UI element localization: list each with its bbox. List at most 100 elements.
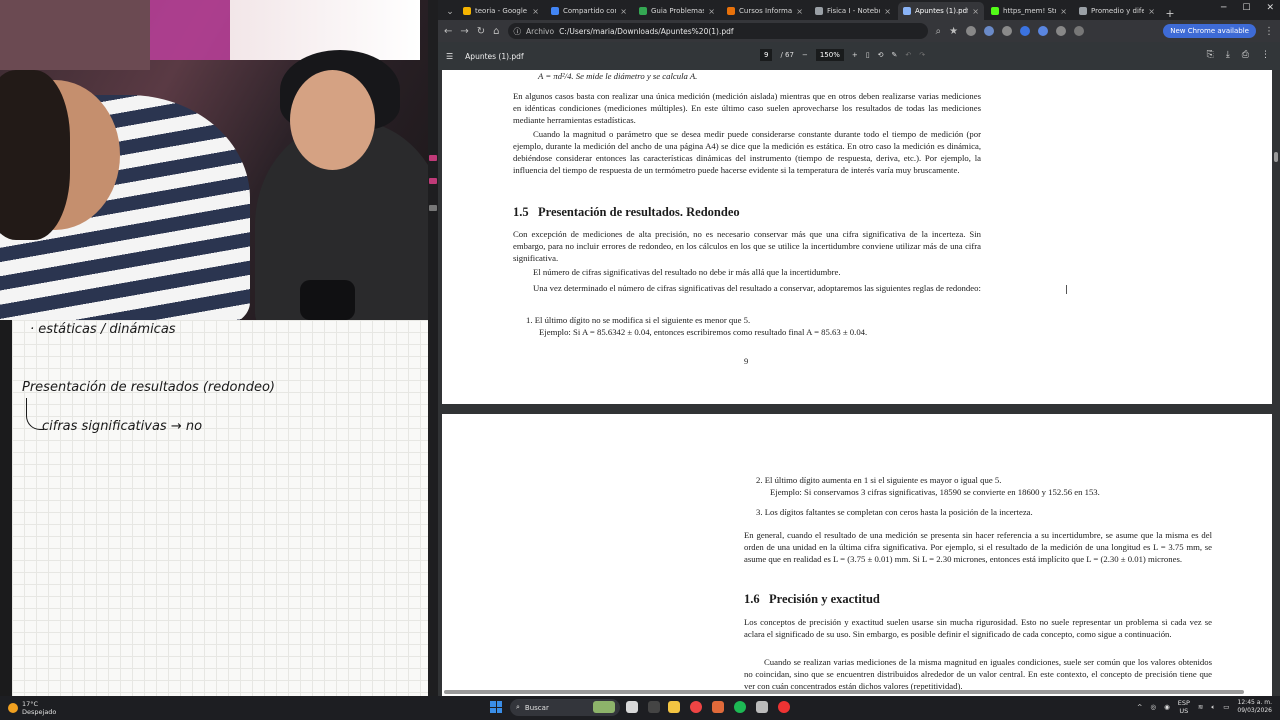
tab-close-icon[interactable]: × [1060,7,1067,16]
paragraph: Cuando se realizan varias mediciones de … [744,657,1212,691]
rotate-icon[interactable]: ⟲ [878,51,884,59]
tab-close-icon[interactable]: × [620,7,627,16]
pdf-viewport[interactable]: A = πd²/4. Se mide le diámetro y se calc… [438,70,1280,696]
section-title: Presentación de resultados. Redondeo [538,205,740,219]
language-indicator[interactable]: ESP US [1178,699,1190,715]
chrome-icon[interactable] [690,701,702,713]
update-chrome-button[interactable]: New Chrome available [1163,24,1256,38]
weather-temp: 17°C [22,700,39,708]
extension-icon[interactable] [1020,26,1031,36]
address-bar[interactable]: ⓘ Archivo C:/Users/maria/Downloads/Apunt… [507,23,928,39]
undo-icon[interactable]: ↶ [905,51,911,59]
browser-tab[interactable]: https_mem! Stream× [986,2,1072,20]
tab-favicon-icon [1079,7,1087,15]
volume-icon[interactable]: 🔈︎ [1211,703,1215,712]
side-dock-icon[interactable] [429,155,437,161]
section-number: 1.6 [744,592,760,606]
tab-label: teoria - Google Driv [475,7,528,15]
browser-tab[interactable]: Compartido conmig × [546,2,632,20]
extension-icon[interactable] [1038,26,1049,36]
weather-widget[interactable]: 17°C Despejado [8,700,56,716]
notes-canvas[interactable]: · estáticas / dinámicas Presentación de … [12,320,428,696]
annotate-icon[interactable]: ✎ [891,51,897,59]
tab-list: teoria - Google Driv×Compartido conmig×G… [458,2,1162,20]
file-explorer-icon[interactable] [668,701,680,713]
pdf-toolbar: ☰ Apuntes (1).pdf 9 / 67 − 150% + ▯ ⟲ ✎ … [438,42,1280,70]
note-line-2: Presentación de resultados (redondeo) [22,380,275,395]
forward-icon[interactable]: → [460,26,468,37]
tab-close-icon[interactable]: × [532,7,539,16]
tab-search-icon[interactable]: ⌄ [442,4,458,20]
new-tab-button[interactable]: + [1162,7,1178,20]
download-icon[interactable]: ⤓ [1226,50,1230,60]
tab-close-icon[interactable]: × [972,7,979,16]
browser-tab[interactable]: Guia Problemas Fisi× [634,2,720,20]
search-highlight-icon[interactable] [593,701,615,713]
microphone [300,280,355,320]
zoom-out-icon[interactable]: − [802,51,808,59]
extension-icon[interactable] [966,26,977,36]
tab-close-icon[interactable]: × [1148,7,1155,16]
terminal-icon[interactable] [648,701,660,713]
spotify-icon[interactable] [734,701,746,713]
paragraph: En algunos casos basta con realizar una … [513,91,981,125]
tab-close-icon[interactable]: × [884,7,891,16]
tab-close-icon[interactable]: × [796,7,803,16]
note-line-1: · estáticas / dinámicas [30,322,176,337]
print-icon[interactable]: ⎙ [1242,50,1249,60]
close-icon[interactable]: ✕ [1266,3,1274,13]
home-icon[interactable]: ⌂ [493,26,499,37]
webcam-person-left-hair [0,70,70,240]
redo-icon[interactable]: ↷ [919,51,925,59]
paragraph: Con excepción de mediciones de alta prec… [513,229,981,263]
save-icon[interactable]: ⎘ [1207,50,1214,60]
app-icon[interactable] [756,701,768,713]
tray-chevron-icon[interactable]: ^ [1137,703,1142,711]
paragraph: El número de cifras significativas del r… [533,267,841,277]
browser-tab[interactable]: Cursos Informatica× [722,2,808,20]
browser-tab[interactable]: teoria - Google Driv × [458,2,544,20]
pdf-sidebar-menu-icon[interactable]: ☰ [446,52,453,61]
fit-page-icon[interactable]: ▯ [866,51,870,59]
page-total: / 67 [780,51,794,59]
vertical-scrollbar[interactable] [1274,152,1278,162]
clock[interactable]: 12:45 a. m. 09/03/2026 [1237,699,1272,715]
horizontal-scrollbar[interactable] [444,690,1244,694]
battery-icon[interactable]: ▭ [1223,703,1229,711]
reload-icon[interactable]: ↻ [477,26,485,37]
site-info-icon[interactable]: ⓘ [514,26,522,37]
back-icon[interactable]: ← [444,26,452,37]
wifi-icon[interactable]: ≋ [1198,703,1203,711]
webcam-person-right-face [290,70,375,170]
windows-start-icon[interactable] [490,701,502,713]
task-view-icon[interactable] [626,701,638,713]
maximize-icon[interactable]: ☐ [1242,3,1250,13]
rule-2-example: Ejemplo: Si conservamos 3 cifras signifi… [770,487,1100,497]
zoom-icon[interactable]: ⌕ [936,26,942,37]
zoom-in-icon[interactable]: + [852,51,858,59]
browser-tab[interactable]: Promedio y diferen× [1074,2,1160,20]
browser-tab[interactable]: Apuntes (1).pdf × [898,2,984,20]
app-icon[interactable] [712,701,724,713]
minimize-icon[interactable]: ─ [1221,3,1226,13]
extension-icon[interactable] [1002,26,1013,36]
extension-icon[interactable] [984,26,995,36]
side-dock-icon[interactable] [429,178,437,184]
tab-close-icon[interactable]: × [708,7,715,16]
tab-favicon-icon [991,7,999,15]
browser-tab[interactable]: Fisica I - Notebook × [810,2,896,20]
side-dock-icon[interactable] [429,205,437,211]
tray-app-icon[interactable]: ◉ [1164,703,1170,711]
more-options-icon[interactable]: ⋮ [1261,50,1270,60]
puzzle-icon[interactable] [1056,26,1067,36]
tray-app-icon[interactable]: ◎ [1150,703,1156,711]
menu-kebab-icon[interactable]: ⋮ [1264,26,1274,37]
zoom-level-input[interactable]: 150% [815,49,844,61]
bookmark-star-icon[interactable]: ★ [949,26,958,37]
obs-record-icon[interactable] [778,701,790,713]
page-number-input[interactable]: 9 [760,49,773,61]
profile-avatar[interactable] [1074,26,1085,36]
search-icon: ⌕ [516,703,520,711]
section-heading-1-5: 1.5 Presentación de resultados. Redondeo [513,205,740,220]
page-number-label: 9 [744,356,749,366]
